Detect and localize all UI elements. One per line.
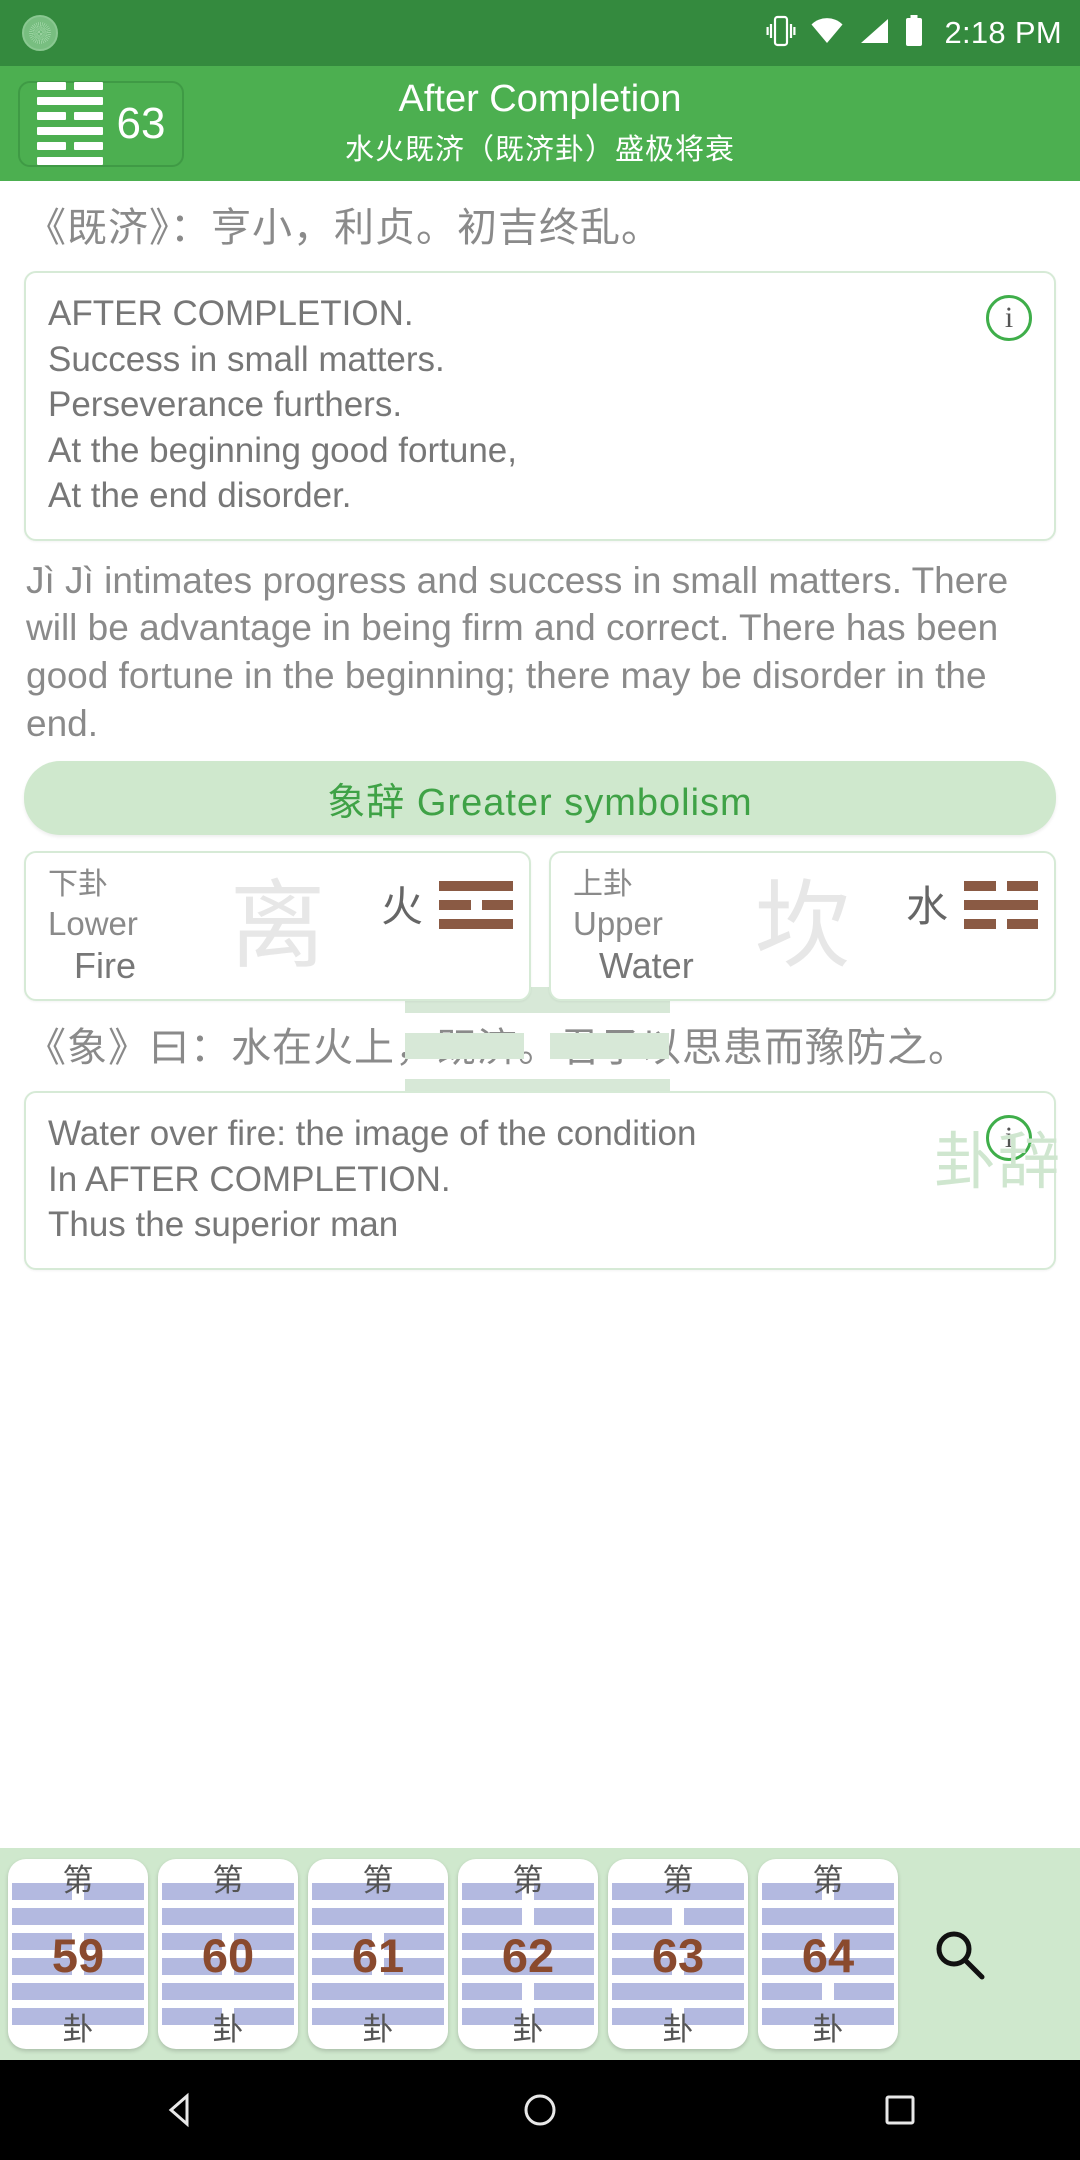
hexagram-card-62[interactable]: 第 62 卦 [458,1859,598,2049]
trigram-li-icon [439,881,513,930]
app-bar: 63 After Completion 水火既济（既济卦）盛极将衰 [0,66,1080,181]
judgement-line-2: Success in small matters. [48,339,445,379]
page-title: After Completion [398,78,682,121]
upper-trigram-watermark-char: 坎 [754,870,851,983]
hexagram-number: 63 [116,98,166,148]
judgement-line-1: AFTER COMPLETION. [48,294,414,333]
lower-trigram-watermark-char: 离 [229,870,326,983]
card-prefix: 第 [62,1863,94,1898]
lower-trigram-position-cn: 下卦 [48,868,108,902]
card-prefix: 第 [812,1863,844,1898]
hexagram-quick-nav: 第 59 卦 第 60 卦 第 61 卦 第 62 卦 第 63 卦 第 64 … [0,1848,1080,2060]
card-prefix: 第 [212,1863,244,1898]
upper-trigram-card[interactable]: 坎 上卦 Upper 水 Water [549,851,1056,1002]
card-prefix: 第 [362,1863,394,1898]
judgement-line-3: Perseverance furthers. [48,385,403,424]
hexagram-63-icon [36,82,103,165]
lower-trigram-card[interactable]: 离 下卦 Lower 火 Fire [24,851,531,1002]
judgement-chinese-line: 《既济》：亨小，利贞。初吉终乱。 [26,206,662,250]
content-scroll-area[interactable]: 卦辞 《既济》：亨小，利贞。初吉终乱。 i AFTER COMPLETION. … [0,181,1080,2060]
upper-trigram-position-cn: 上卦 [573,868,633,902]
battery-icon [904,14,924,52]
info-icon[interactable]: i [986,295,1032,341]
wifi-icon [810,17,844,50]
upper-trigram-element-en: Water [599,945,694,987]
status-bar-right: 2:18 PM [766,13,1062,54]
card-number: 62 [501,1928,555,1982]
hexagram-card-61[interactable]: 第 61 卦 [308,1859,448,2049]
upper-trigram-position-en: Upper [573,905,663,943]
judgement-paragraph: Jì Jì intimates progress and success in … [26,559,1009,744]
card-number: 61 [351,1928,405,1982]
card-suffix: 卦 [62,2012,94,2047]
hexagram-card-60[interactable]: 第 60 卦 [158,1859,298,2049]
card-suffix: 卦 [812,2012,844,2047]
hexagram-card-59[interactable]: 第 59 卦 [8,1859,148,2049]
card-number: 59 [51,1928,105,1982]
hexagram-card-64[interactable]: 第 64 卦 [758,1859,898,2049]
card-prefix: 第 [512,1863,544,1898]
signal-icon [858,17,890,50]
card-prefix: 第 [662,1863,694,1898]
recents-square-icon[interactable] [845,2060,955,2160]
judgement-card[interactable]: i AFTER COMPLETION. Success in small mat… [24,271,1056,541]
symbolism-line-2: In AFTER COMPLETION. [48,1159,451,1199]
trigram-kan-icon [964,881,1038,930]
page-subtitle: 水火既济（既济卦）盛极将衰 [344,133,735,166]
app-notification-icon [22,15,58,51]
home-circle-icon[interactable] [485,2060,595,2160]
upper-trigram-element-cn: 水 [905,883,948,931]
vibrate-icon [766,13,796,54]
status-bar-clock: 2:18 PM [944,15,1062,50]
lower-trigram-element-cn: 火 [380,883,423,931]
card-suffix: 卦 [212,2012,244,2047]
card-number: 63 [651,1928,705,1982]
watermark-label: 卦辞 [933,1128,1062,1197]
phone-screen: 2:18 PM 63 After Completion 水火既济（既济卦）盛极将… [0,0,1080,2160]
lower-trigram-element-en: Fire [74,945,136,987]
card-number: 60 [201,1928,255,1982]
judgement-line-5: At the end disorder. [48,476,352,515]
content-inner: 卦辞 《既济》：亨小，利贞。初吉终乱。 i AFTER COMPLETION. … [0,181,1080,1510]
hexagram-selector-button[interactable]: 63 [18,80,184,167]
card-number: 64 [801,1928,855,1982]
lower-trigram-position-en: Lower [48,905,138,943]
status-bar: 2:18 PM [0,0,1080,66]
judgement-line-4: At the beginning good fortune, [48,430,517,470]
card-suffix: 卦 [512,2012,544,2047]
card-suffix: 卦 [362,2012,394,2047]
card-suffix: 卦 [662,2012,694,2047]
android-navigation-bar [0,2060,1080,2160]
back-triangle-icon[interactable] [125,2060,235,2160]
symbolism-line-1: Water over fire: the image of the condit… [48,1114,697,1154]
symbolism-section-header[interactable]: 象辞 Greater symbolism [24,761,1056,836]
status-bar-left [22,15,58,51]
hexagram-card-63[interactable]: 第 63 卦 [608,1859,748,2049]
search-icon[interactable] [922,1917,996,1991]
symbolism-line-3: Thus the superior man [48,1205,399,1245]
symbolism-card[interactable]: i Water over fire: the image of the cond… [24,1091,1056,1270]
